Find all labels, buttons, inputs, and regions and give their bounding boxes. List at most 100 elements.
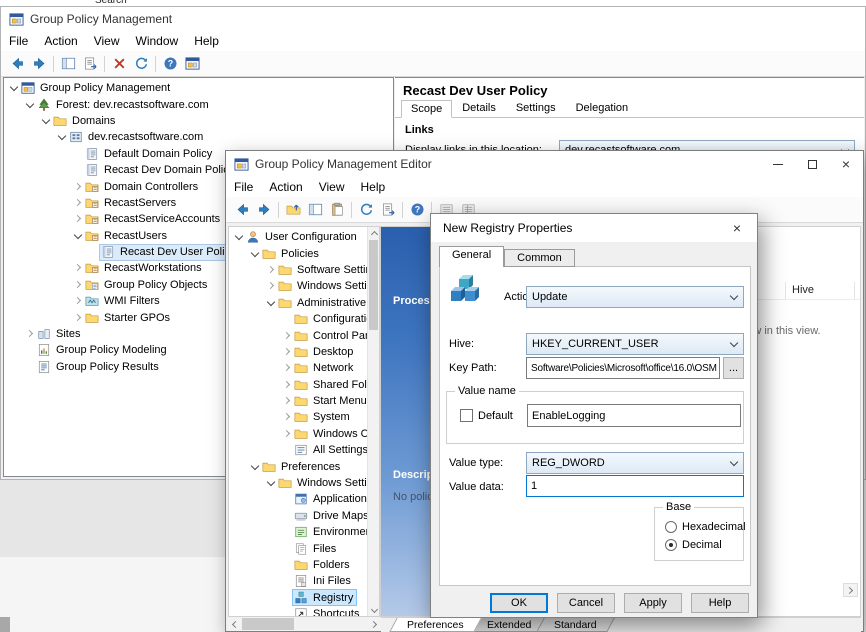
collapse-chevron-icon[interactable] bbox=[265, 477, 277, 489]
scroll-down-button[interactable] bbox=[368, 604, 380, 616]
expand-chevron-icon[interactable] bbox=[281, 346, 293, 358]
tab-scope[interactable]: Scope bbox=[401, 100, 452, 118]
tab-preferences[interactable]: Preferences bbox=[389, 618, 481, 632]
new-window-icon[interactable] bbox=[181, 54, 203, 74]
forward-arrow-icon[interactable] bbox=[253, 200, 275, 220]
tree-item-files[interactable]: Files bbox=[229, 540, 379, 556]
collapse-chevron-icon[interactable] bbox=[249, 248, 261, 260]
tree-item-folders[interactable]: Folders bbox=[229, 557, 379, 573]
export-list-icon[interactable] bbox=[377, 200, 399, 220]
scrollbar-thumb[interactable] bbox=[369, 240, 378, 330]
expand-chevron-icon[interactable] bbox=[72, 312, 84, 324]
expand-chevron-icon[interactable] bbox=[265, 280, 277, 292]
tree-item-all-settings[interactable]: All Settings bbox=[229, 442, 379, 458]
cancel-button[interactable]: Cancel bbox=[557, 593, 615, 613]
radio-hexadecimal[interactable]: Hexadecimal bbox=[665, 518, 746, 536]
tree-item-preferences[interactable]: Preferences bbox=[229, 458, 379, 474]
apply-button[interactable]: Apply bbox=[624, 593, 682, 613]
gpm-titlebar[interactable]: Group Policy Management bbox=[1, 7, 865, 31]
tab-settings[interactable]: Settings bbox=[506, 99, 566, 117]
refresh-icon[interactable] bbox=[355, 200, 377, 220]
menu-action[interactable]: Action bbox=[261, 178, 310, 196]
maximize-button[interactable] bbox=[795, 151, 829, 177]
tree-item-control-panel[interactable]: Control Panel bbox=[229, 327, 379, 343]
collapse-chevron-icon[interactable] bbox=[72, 230, 84, 242]
gpme-titlebar[interactable]: Group Policy Management Editor × bbox=[226, 151, 863, 177]
tree-item-software-settings[interactable]: Software Settings bbox=[229, 262, 379, 278]
show-console-tree-icon[interactable] bbox=[57, 54, 79, 74]
scroll-up-button[interactable] bbox=[368, 227, 380, 239]
expand-chevron-icon[interactable] bbox=[281, 379, 293, 391]
menu-file[interactable]: File bbox=[1, 32, 36, 50]
scroll-right-button[interactable] bbox=[368, 618, 380, 630]
tab-general[interactable]: General bbox=[439, 246, 504, 267]
tree-item-shared-folder[interactable]: Shared Folder bbox=[229, 377, 379, 393]
collapse-chevron-icon[interactable] bbox=[56, 131, 68, 143]
menu-action[interactable]: Action bbox=[36, 32, 85, 50]
tree-item-configuration[interactable]: Configuration bbox=[229, 311, 379, 327]
tree-item-applications[interactable]: Applications bbox=[229, 491, 379, 507]
collapse-chevron-icon[interactable] bbox=[8, 82, 20, 94]
tree-item-drive-maps[interactable]: Drive Maps bbox=[229, 508, 379, 524]
expand-chevron-icon[interactable] bbox=[72, 295, 84, 307]
collapse-chevron-icon[interactable] bbox=[24, 99, 36, 111]
expand-chevron-icon[interactable] bbox=[72, 213, 84, 225]
tree-item-start-menu-an[interactable]: Start Menu an bbox=[229, 393, 379, 409]
tab-details[interactable]: Details bbox=[452, 99, 506, 117]
tree-item-dev-recastsoftware-com[interactable]: dev.recastsoftware.com bbox=[4, 129, 393, 145]
tree-item-network[interactable]: Network bbox=[229, 360, 379, 376]
tree-item-group-policy-management[interactable]: Group Policy Management bbox=[4, 80, 393, 96]
dialog-titlebar[interactable]: New Registry Properties × bbox=[431, 214, 757, 242]
tree-item-user-configuration[interactable]: User Configuration bbox=[229, 229, 379, 245]
collapse-chevron-icon[interactable] bbox=[40, 115, 52, 127]
action-dropdown[interactable]: Update bbox=[526, 286, 744, 308]
hive-dropdown[interactable]: HKEY_CURRENT_USER bbox=[526, 333, 744, 355]
refresh-icon[interactable] bbox=[130, 54, 152, 74]
dialog-close-button[interactable]: × bbox=[717, 214, 757, 242]
column-header-hive[interactable]: Hive bbox=[792, 284, 814, 296]
tree-item-desktop[interactable]: Desktop bbox=[229, 344, 379, 360]
tree-item-forest-dev-recastsoftware-com[interactable]: Forest: dev.recastsoftware.com bbox=[4, 96, 393, 112]
menu-view[interactable]: View bbox=[86, 32, 128, 50]
value-type-dropdown[interactable]: REG_DWORD bbox=[526, 452, 744, 474]
expand-chevron-icon[interactable] bbox=[281, 411, 293, 423]
menu-help[interactable]: Help bbox=[353, 178, 394, 196]
tree-item-registry[interactable]: Registry bbox=[229, 590, 379, 606]
back-arrow-icon[interactable] bbox=[231, 200, 253, 220]
tree-item-system[interactable]: System bbox=[229, 409, 379, 425]
collapse-chevron-icon[interactable] bbox=[265, 297, 277, 309]
tree-item-environment[interactable]: Environment bbox=[229, 524, 379, 540]
value-data-field[interactable]: 1 bbox=[526, 475, 744, 497]
delete-icon[interactable] bbox=[108, 54, 130, 74]
list-scroll-right-button[interactable] bbox=[843, 583, 858, 597]
expand-chevron-icon[interactable] bbox=[72, 197, 84, 209]
expand-chevron-icon[interactable] bbox=[72, 181, 84, 193]
key-path-field[interactable]: Software\Policies\Microsoft\office\16.0\… bbox=[526, 357, 720, 379]
expand-chevron-icon[interactable] bbox=[265, 264, 277, 276]
expand-chevron-icon[interactable] bbox=[281, 428, 293, 440]
expand-chevron-icon[interactable] bbox=[281, 362, 293, 374]
default-checkbox[interactable] bbox=[460, 409, 473, 422]
value-name-field[interactable]: EnableLogging bbox=[527, 404, 741, 427]
expand-chevron-icon[interactable] bbox=[24, 328, 36, 340]
scrollbar-thumb[interactable] bbox=[242, 618, 294, 630]
tree-item-administrative-te[interactable]: Administrative Te bbox=[229, 295, 379, 311]
up-one-level-icon[interactable] bbox=[282, 200, 304, 220]
tree-item-ini-files[interactable]: Ini Files bbox=[229, 573, 379, 589]
collapse-chevron-icon[interactable] bbox=[233, 231, 245, 243]
close-button[interactable]: × bbox=[829, 151, 863, 177]
menu-file[interactable]: File bbox=[226, 178, 261, 196]
expand-chevron-icon[interactable] bbox=[281, 395, 293, 407]
help-button[interactable]: Help bbox=[691, 593, 749, 613]
browse-button[interactable]: ... bbox=[723, 357, 744, 379]
tree-item-domains[interactable]: Domains bbox=[4, 113, 393, 129]
menu-window[interactable]: Window bbox=[128, 32, 187, 50]
expand-chevron-icon[interactable] bbox=[72, 262, 84, 274]
back-arrow-icon[interactable] bbox=[6, 54, 28, 74]
menu-view[interactable]: View bbox=[311, 178, 353, 196]
expand-chevron-icon[interactable] bbox=[72, 279, 84, 291]
help-icon[interactable]: ? bbox=[159, 54, 181, 74]
tree-item-windows-con[interactable]: Windows Con bbox=[229, 426, 379, 442]
tab-standard[interactable]: Standard bbox=[536, 618, 614, 632]
ok-button[interactable]: OK bbox=[490, 593, 548, 613]
